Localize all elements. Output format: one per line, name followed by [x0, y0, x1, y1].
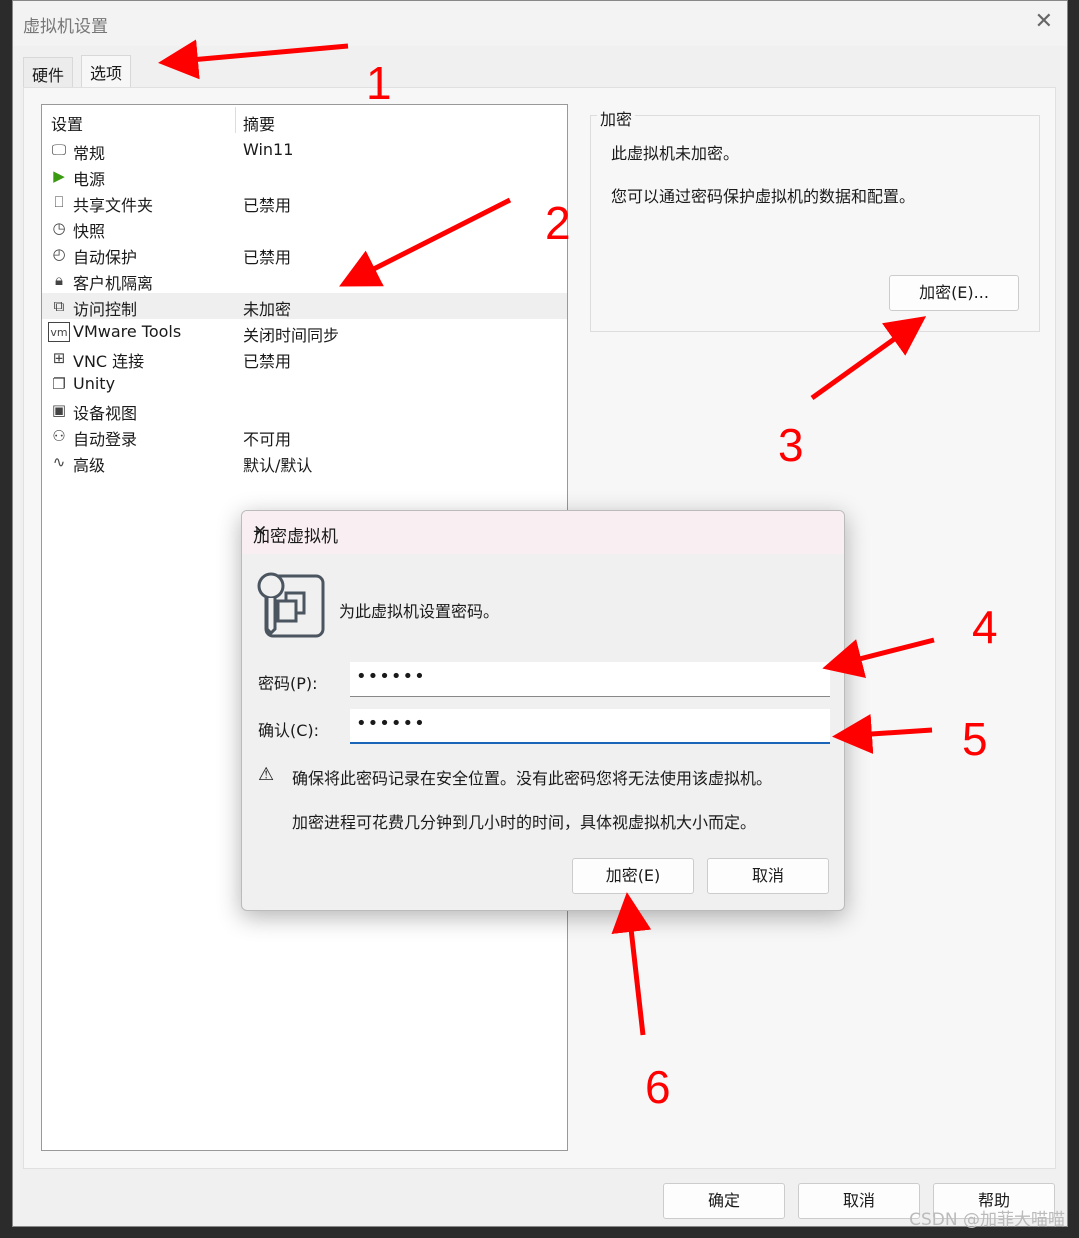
arrow-3 — [810, 316, 927, 401]
annotation-2: 2 — [545, 197, 571, 249]
watermark: CSDN @加菲大喵喵 — [909, 1210, 1065, 1230]
arrow-6 — [611, 892, 652, 1036]
arrow-5 — [832, 714, 933, 754]
annotation-1: 1 — [366, 57, 392, 109]
annotation-5: 5 — [962, 713, 988, 765]
annotation-arrows — [158, 39, 935, 1036]
arrow-4 — [822, 637, 935, 678]
annotation-6: 6 — [645, 1061, 671, 1113]
arrow-1 — [158, 39, 349, 80]
annotation-4: 4 — [972, 601, 998, 653]
annotation-3: 3 — [778, 419, 804, 471]
arrow-2 — [339, 197, 512, 287]
